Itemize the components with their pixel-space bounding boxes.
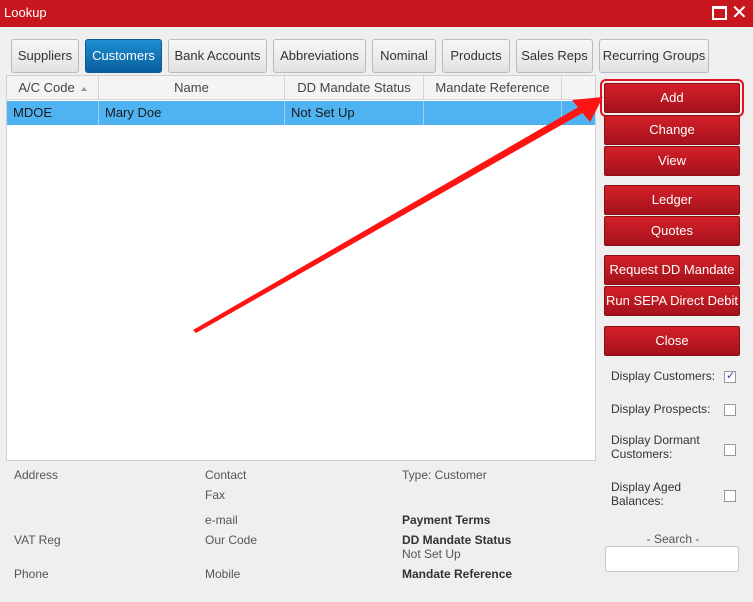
column-header-name[interactable]: Name [99, 76, 285, 100]
request-dd-mandate-button[interactable]: Request DD Mandate [604, 255, 740, 285]
title-bar: Lookup ✕ [0, 0, 753, 27]
cell-dd-mandate-status: Not Set Up [285, 101, 424, 125]
grid-header: A/C Code Name DD Mandate Status Mandate … [7, 76, 595, 100]
run-sepa-direct-debit-button[interactable]: Run SEPA Direct Debit [604, 286, 740, 316]
display-aged-balances-label: Display Aged Balances: [611, 480, 682, 508]
close-button[interactable]: Close [604, 326, 740, 356]
display-dormant-customers-label: Display Dormant Customers: [611, 433, 700, 461]
detail-dd-mandate-status-value: Not Set Up [402, 547, 461, 561]
detail-type: Type: Customer [402, 468, 487, 482]
display-aged-balances-checkbox[interactable] [724, 490, 736, 502]
detail-address-label: Address [14, 468, 59, 482]
detail-vat-reg-label: VAT Reg [14, 533, 61, 547]
display-customers-checkbox[interactable] [724, 369, 736, 383]
tab-recurring-groups[interactable]: Recurring Groups [599, 39, 709, 73]
add-button[interactable]: Add [600, 79, 744, 117]
close-icon[interactable]: ✕ [731, 1, 748, 25]
tab-bank-accounts[interactable]: Bank Accounts [168, 39, 267, 73]
detail-email-label: e-mail [205, 513, 238, 527]
detail-mobile-label: Mobile [205, 567, 241, 581]
change-button[interactable]: Change [604, 115, 740, 145]
ledger-button[interactable]: Ledger [604, 185, 740, 215]
details-panel: Address Contact Type: Customer Fax e-mai… [0, 461, 600, 602]
view-button[interactable]: View [604, 146, 740, 176]
maximize-icon[interactable] [712, 6, 727, 20]
detail-payment-terms-label: Payment Terms [402, 513, 491, 527]
sort-asc-icon [80, 86, 87, 91]
tab-nominal[interactable]: Nominal [372, 39, 436, 73]
lookup-content: Suppliers Customers Bank Accounts Abbrev… [0, 27, 753, 602]
tab-abbreviations[interactable]: Abbreviations [273, 39, 366, 73]
display-prospects-checkbox[interactable] [724, 404, 736, 416]
detail-contact-label: Contact [205, 468, 247, 482]
detail-fax-label: Fax [205, 488, 226, 502]
quotes-button[interactable]: Quotes [604, 216, 740, 246]
tab-products[interactable]: Products [442, 39, 510, 73]
detail-dd-mandate-status-label: DD Mandate Status [402, 533, 512, 547]
column-header-dd-mandate-status[interactable]: DD Mandate Status [285, 76, 424, 100]
tab-customers[interactable]: Customers [85, 39, 162, 73]
tab-sales-reps[interactable]: Sales Reps [516, 39, 593, 73]
column-header-mandate-reference[interactable]: Mandate Reference [424, 76, 562, 100]
cell-mandate-reference [424, 101, 562, 125]
search-input[interactable] [605, 546, 739, 572]
table-row[interactable]: MDOE Mary Doe Not Set Up [7, 101, 595, 125]
search-label: - Search - [646, 532, 700, 546]
display-prospects-label: Display Prospects: [611, 402, 711, 416]
window-title: Lookup [4, 5, 47, 20]
display-dormant-customers-checkbox[interactable] [724, 444, 736, 456]
cell-ac-code: MDOE [7, 101, 99, 125]
detail-mandate-reference-label: Mandate Reference [402, 567, 513, 581]
display-customers-label: Display Customers: [611, 369, 716, 383]
tab-suppliers[interactable]: Suppliers [11, 39, 79, 73]
detail-phone-label: Phone [14, 567, 49, 581]
lookup-grid: A/C Code Name DD Mandate Status Mandate … [6, 75, 596, 461]
column-header-ac-code[interactable]: A/C Code [7, 76, 99, 100]
cell-name: Mary Doe [99, 101, 285, 125]
detail-our-code-label: Our Code [205, 533, 258, 547]
